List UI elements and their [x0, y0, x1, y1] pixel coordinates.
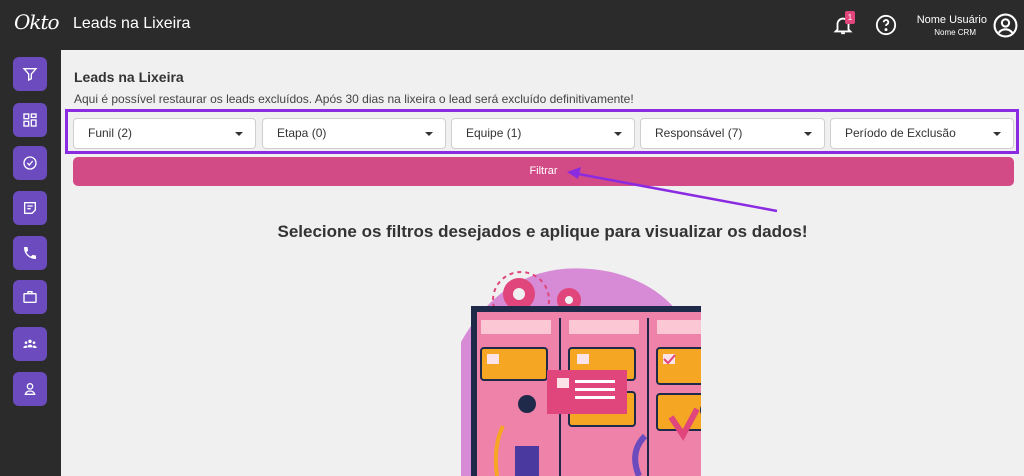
- caret-down-icon: [614, 132, 622, 136]
- check-circle-icon: [23, 156, 37, 170]
- caret-down-icon: [235, 132, 243, 136]
- page-subtitle: Aqui é possível restaurar os leads exclu…: [74, 92, 634, 106]
- filter-label: Funil (2): [88, 126, 133, 140]
- header-title: Leads na Lixeira: [73, 15, 191, 32]
- filter-label: Período de Exclusão: [845, 126, 956, 140]
- empty-state-message: Selecione os filtros desejados e aplique…: [277, 222, 808, 241]
- filter-label: Responsável (7): [655, 126, 743, 140]
- note-icon: [24, 202, 36, 214]
- user-org: Nome CRM: [934, 28, 976, 37]
- main-content: Leads na Lixeira Aqui é possível restaur…: [61, 50, 1024, 476]
- filter-button[interactable]: Filtrar: [73, 157, 1014, 186]
- sidebar-item-funnel[interactable]: [13, 57, 47, 91]
- sidebar-item-dashboard[interactable]: [13, 103, 47, 137]
- notification-badge: 1: [845, 11, 855, 24]
- filter-label: Etapa (0): [277, 126, 327, 140]
- filter-periodo-select[interactable]: Período de Exclusão: [830, 118, 1014, 149]
- team-icon: [23, 339, 37, 348]
- avatar-icon[interactable]: [993, 13, 1018, 38]
- page-title: Leads na Lixeira: [74, 69, 184, 85]
- sidebar-item-business[interactable]: [13, 280, 47, 314]
- sidebar: [0, 50, 60, 476]
- filter-funil-select[interactable]: Funil (2): [73, 118, 256, 149]
- briefcase-icon: [23, 291, 37, 303]
- filter-responsavel-select[interactable]: Responsável (7): [640, 118, 825, 149]
- kanban-illustration: [461, 268, 701, 476]
- user-name[interactable]: Nome Usuário: [917, 14, 987, 26]
- annotation-arrow: [567, 167, 778, 213]
- sidebar-item-calls[interactable]: [13, 236, 47, 270]
- filter-label: Equipe (1): [466, 126, 522, 140]
- sidebar-item-notes[interactable]: [13, 191, 47, 225]
- filter-equipe-select[interactable]: Equipe (1): [451, 118, 635, 149]
- dashboard-icon: [23, 113, 37, 127]
- logo[interactable]: Okto: [14, 10, 60, 40]
- caret-down-icon: [993, 132, 1001, 136]
- help-icon[interactable]: [875, 14, 897, 36]
- filter-etapa-select[interactable]: Etapa (0): [262, 118, 446, 149]
- user-icon: [24, 383, 36, 395]
- sidebar-item-tasks[interactable]: [13, 146, 47, 180]
- top-bar: Okto Leads na Lixeira 1 Nome Usuário Nom…: [0, 0, 1024, 50]
- caret-down-icon: [804, 132, 812, 136]
- sidebar-item-users[interactable]: [13, 372, 47, 406]
- phone-icon: [24, 247, 36, 259]
- caret-down-icon: [425, 132, 433, 136]
- funnel-icon: [22, 68, 38, 82]
- sidebar-item-teams[interactable]: [13, 327, 47, 361]
